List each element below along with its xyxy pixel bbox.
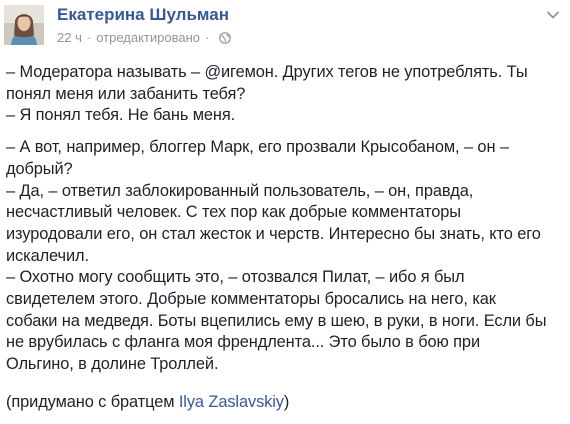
text-line: – Охотно могу сообщить это, – отозвался …: [6, 268, 465, 287]
meta-separator-2: ·: [205, 30, 210, 45]
edited-label[interactable]: отредактировано: [96, 30, 200, 46]
text-line: несчастливый человек. С тех пор как добр…: [6, 203, 461, 222]
post-body: – Модератора называть – @игемон. Других …: [6, 62, 562, 424]
text-line: искалечил.: [6, 246, 89, 265]
text-line: – А вот, например, блоггер Марк, его про…: [6, 138, 509, 157]
post-meta: 22 ч · отредактировано ·: [57, 30, 232, 46]
tagged-user-link[interactable]: Ilya Zaslavskiy: [179, 393, 284, 411]
text-line: собаки на медведя. Боты вцепились ему в …: [6, 311, 547, 330]
paragraph-1: – Модератора называть – @игемон. Других …: [6, 62, 562, 127]
author-avatar[interactable]: [4, 5, 44, 45]
text-line: – Модератора называть – @игемон. Других …: [6, 63, 528, 81]
text-line: Ольгино, в долине Троллей.: [6, 355, 219, 374]
paragraph-2: – А вот, например, блоггер Марк, его про…: [6, 137, 562, 376]
meta-separator: ·: [86, 30, 92, 45]
post-timestamp[interactable]: 22 ч: [57, 30, 82, 46]
text-line: не врубилась с фланга моя френдлента... …: [6, 333, 480, 352]
credit-suffix: ): [283, 392, 290, 411]
text-line: понял меня или забанить тебя?: [6, 84, 246, 103]
credit-prefix: (придумано с братцем: [6, 392, 179, 411]
text-line: изуродовали его, он стал жесток и черств…: [6, 224, 541, 243]
credit-line: (придумано с братцем Ilya Zaslavskiy): [6, 392, 562, 414]
text-line: добрый?: [6, 159, 73, 178]
text-line: – Да, – ответил заблокированный пользова…: [6, 181, 474, 200]
facebook-post: Екатерина Шульман 22 ч · отредактировано…: [0, 0, 570, 416]
avatar-photo: [4, 5, 44, 45]
text-line: свидетелем этого. Добрые комментаторы бр…: [6, 290, 496, 309]
globe-icon[interactable]: [219, 32, 232, 44]
author-name-link[interactable]: Екатерина Шульман: [57, 4, 229, 26]
text-line: – Я понял тебя. Не бань меня.: [6, 106, 236, 125]
chevron-down-icon[interactable]: [546, 7, 560, 19]
